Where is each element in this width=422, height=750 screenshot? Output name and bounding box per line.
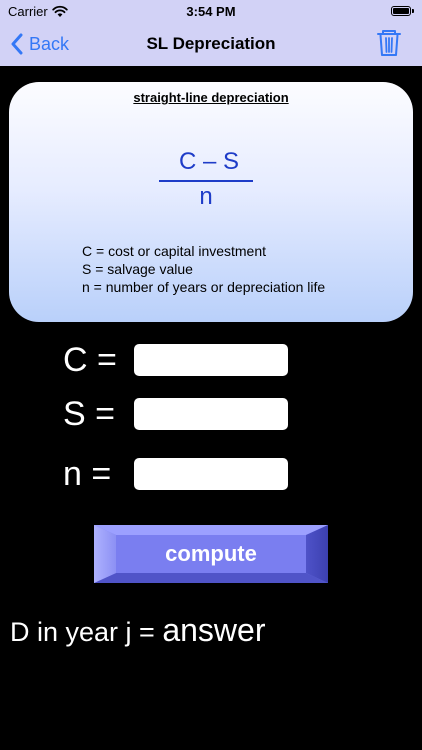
salvage-label: S = [63, 395, 115, 433]
formula-denominator: n [199, 183, 213, 210]
result-prefix: D in year j = [10, 617, 163, 647]
back-button-label: Back [29, 33, 70, 54]
years-input[interactable] [134, 458, 288, 490]
definition-cost: C = cost or capital investment [82, 243, 267, 259]
result-value: answer [162, 612, 266, 648]
definition-salvage: S = salvage value [82, 261, 193, 277]
fraction-line [159, 180, 253, 182]
cost-input[interactable] [134, 344, 288, 376]
formula-numerator: C – S [178, 148, 240, 175]
back-button[interactable]: Back [10, 22, 69, 66]
definition-life: n = number of years or depreciation life [82, 279, 326, 295]
status-bar: Carrier 3:54 PM [0, 0, 422, 22]
formula-card: straight-line depreciation C – S n C = c… [9, 82, 413, 322]
battery-icon [391, 6, 411, 16]
salvage-input[interactable] [134, 398, 288, 430]
trash-icon[interactable] [374, 28, 404, 58]
result-line: D in year j = answer [10, 612, 265, 649]
formula-heading: straight-line depreciation [133, 90, 289, 105]
cost-label: C = [63, 341, 117, 379]
status-time: 3:54 PM [186, 4, 236, 19]
chevron-left-icon [11, 33, 23, 55]
navigation-bar: SL Depreciation Back [0, 22, 422, 66]
compute-button-label: compute [165, 541, 257, 566]
years-label: n = [63, 455, 112, 493]
compute-button[interactable]: compute [94, 525, 328, 583]
battery-cap [412, 9, 414, 13]
